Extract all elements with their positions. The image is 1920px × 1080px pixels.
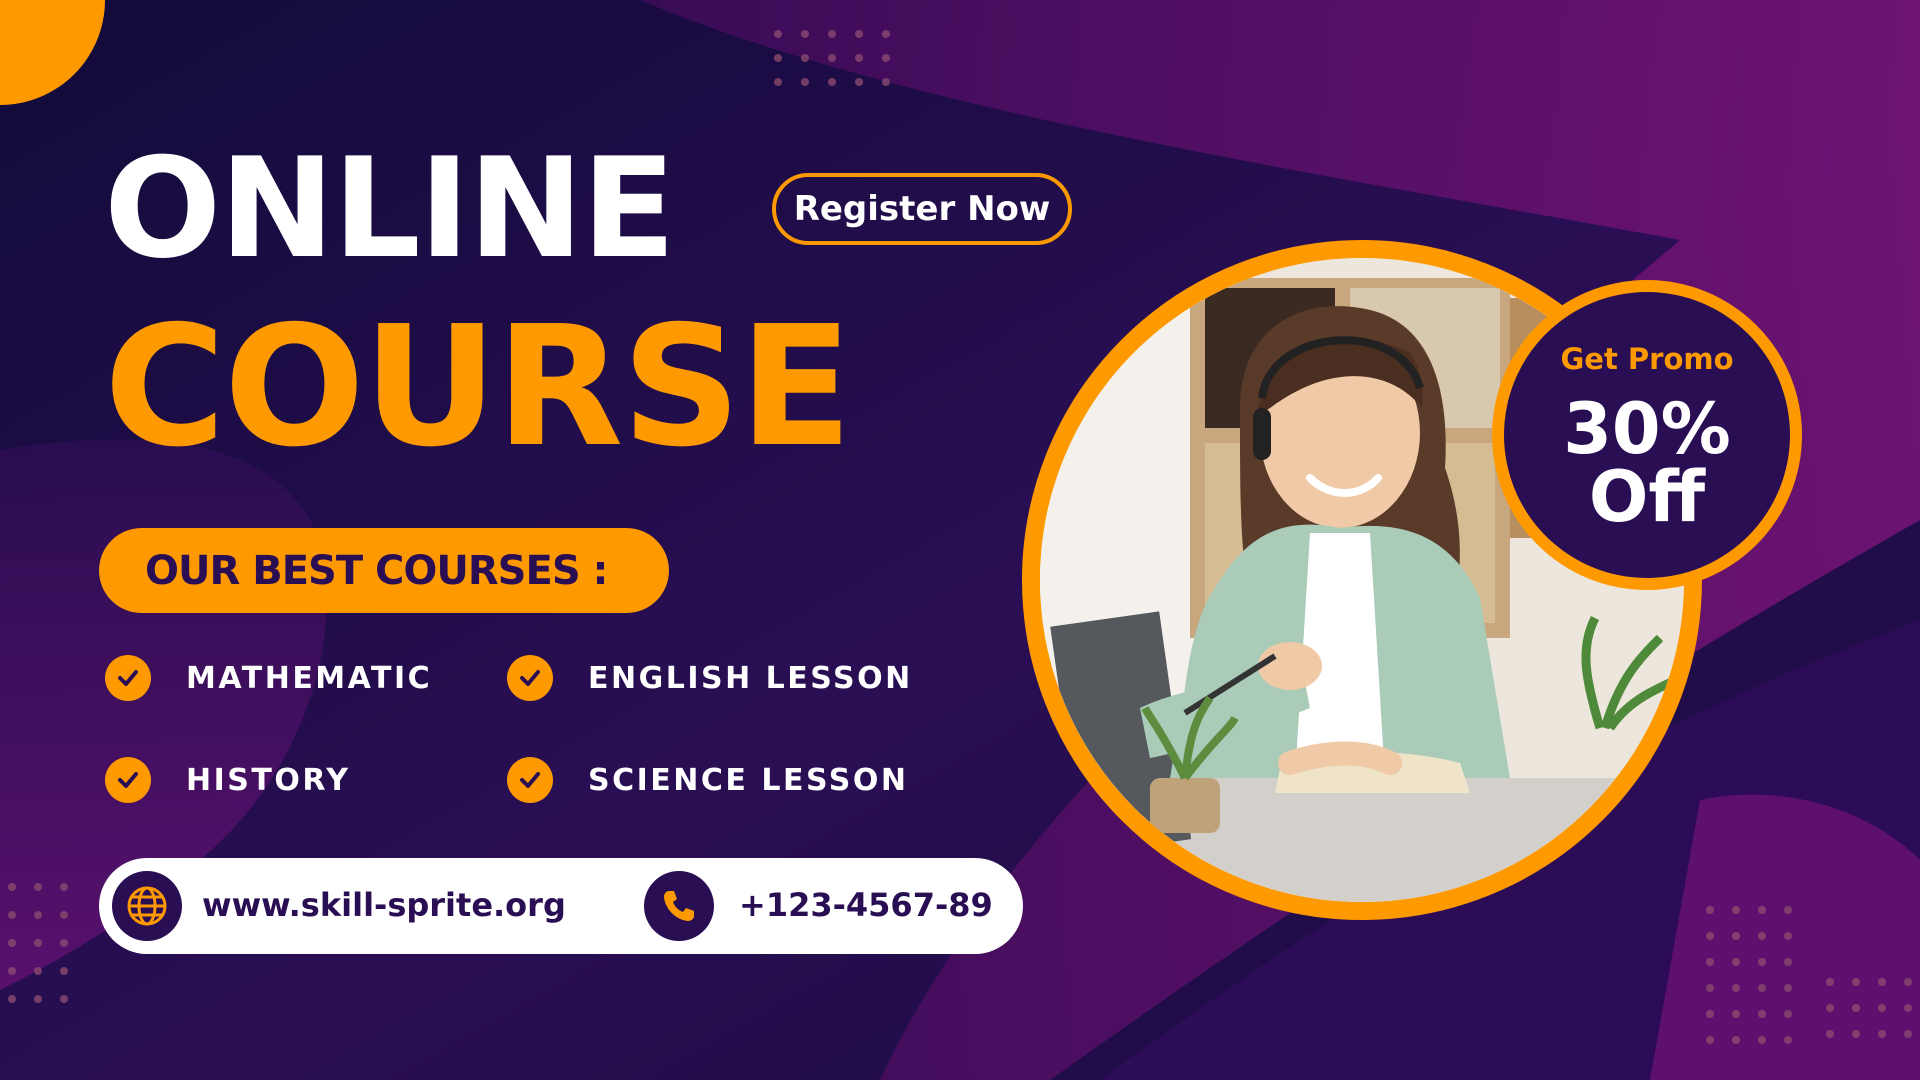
checkmark-icon <box>507 757 553 803</box>
course-label: ENGLISH LESSON <box>588 660 913 696</box>
website-link[interactable]: www.skill-sprite.org <box>202 886 566 924</box>
promo-badge: Get Promo 30% Off <box>1492 280 1802 590</box>
checkmark-icon <box>105 757 151 803</box>
course-item-history: HISTORY <box>105 756 351 804</box>
promo-suffix: Off <box>1588 456 1706 538</box>
contact-bar: www.skill-sprite.org +123-4567-89 <box>99 858 1023 954</box>
course-item-mathematic: MATHEMATIC <box>105 654 432 702</box>
course-label: MATHEMATIC <box>186 660 433 696</box>
title-online: ONLINE <box>104 128 676 289</box>
course-label: HISTORY <box>186 762 351 798</box>
course-item-english-lesson: ENGLISH LESSON <box>507 654 913 702</box>
promo-amount: 30% <box>1563 388 1731 470</box>
best-courses-heading: OUR BEST COURSES : <box>99 528 669 613</box>
globe-icon <box>112 871 182 941</box>
phone-number[interactable]: +123-4567-89 <box>739 886 993 924</box>
promo-label: Get Promo <box>1560 342 1734 376</box>
checkmark-icon <box>105 655 151 701</box>
checkmark-icon <box>507 655 553 701</box>
phone-icon <box>644 871 714 941</box>
course-item-science-lesson: SCIENCE LESSON <box>507 756 908 804</box>
register-now-button[interactable]: Register Now <box>772 173 1072 245</box>
course-label: SCIENCE LESSON <box>588 762 909 798</box>
title-course: COURSE <box>104 291 853 484</box>
